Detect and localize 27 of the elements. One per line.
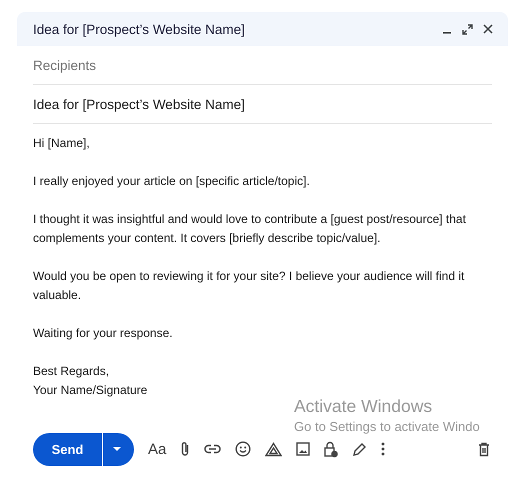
more-options-icon[interactable]	[381, 442, 386, 456]
activation-notice-title: Activate Windows	[294, 396, 434, 417]
body-text: Would you be open to reviewing it for your site? I believe your audience will find it valuable.	[33, 268, 466, 304]
triangle-icon[interactable]	[265, 442, 282, 456]
trash-icon[interactable]	[478, 442, 490, 456]
body-text: I really enjoyed your article on [specific article/topic].	[33, 173, 311, 190]
caret-icon	[112, 446, 122, 452]
lock-clock-icon[interactable]	[324, 440, 338, 458]
formatting-button[interactable]: Aa	[148, 440, 166, 458]
subject-field[interactable]: Idea for [Prospect’s Website Name]	[33, 85, 492, 124]
send-button[interactable]: Send	[33, 432, 102, 466]
paperclip-icon[interactable]	[180, 441, 190, 457]
window-title: Idea for [Prospect’s Website Name]	[33, 22, 246, 36]
image-icon[interactable]	[296, 442, 310, 456]
send-options-button[interactable]	[103, 432, 134, 466]
recipients-field[interactable]: Recipients	[33, 46, 492, 85]
body-text: Your Name/Signature	[33, 382, 148, 399]
close-icon[interactable]	[483, 24, 493, 34]
activation-notice-text: Go to Settings to activate Windo	[294, 419, 480, 434]
body-text: I thought it was insightful and would love to contribute a [guest post/resource] that complements your content. It covers [briefly describe topic/value].	[33, 211, 467, 247]
body-text: Best Regards,	[33, 363, 110, 380]
body-text: Waiting for your response.	[33, 325, 174, 342]
pen-icon[interactable]	[352, 442, 368, 456]
expand-icon[interactable]	[462, 24, 473, 34]
emoji-icon[interactable]	[235, 441, 252, 457]
link-icon[interactable]	[204, 444, 222, 454]
body-text: Hi [Name],	[33, 135, 91, 152]
